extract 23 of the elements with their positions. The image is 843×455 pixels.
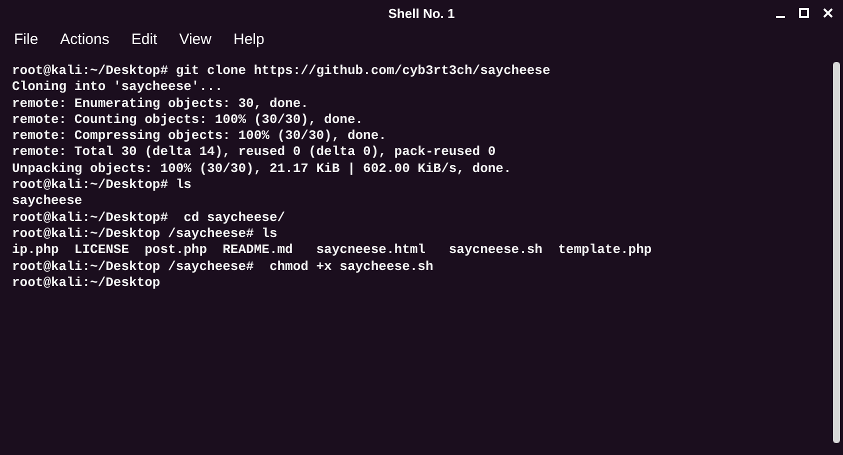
menu-item[interactable]: File — [14, 28, 38, 52]
terminal-line: Unpacking objects: 100% (30/30), 21.17 KiB | 602.00 KiB/s, done. — [12, 160, 512, 178]
terminal-line: remote: Total 30 (delta 14), reused 0 (delta 0), pack-reused 0 — [12, 144, 496, 161]
terminal-line: remote: Compressing objects: 100% (30/30), done. — [12, 128, 386, 144]
terminal-line: saycheese — [12, 193, 82, 210]
scrollbar-thumb[interactable] — [833, 62, 840, 443]
window-title: Shell No. 1 — [388, 5, 455, 24]
terminal-line: root@kali:~/Desktop /saycheese# chmod +x saycheese.sh — [12, 258, 434, 275]
terminal-line: root@kali:~/Desktop — [12, 274, 160, 292]
terminal-line: Cloning into 'saycheese'... — [12, 79, 223, 96]
terminal-line: remote: Counting objects: 100% (30/30), done. — [12, 112, 364, 128]
menu-item[interactable]: Help — [233, 28, 264, 52]
menu-item[interactable]: Edit — [131, 28, 158, 52]
terminal-line: root@kali:~/Desktop# git clone https://github.com/cyb3rt3ch/saycheese — [12, 63, 550, 80]
terminal-line: root@kali:~/Desktop# cd saycheese/ — [12, 210, 286, 226]
menu-item[interactable]: View — [179, 28, 212, 52]
terminal-line: ip.php LICENSE post.php README.md saycneese.html saycneese.sh template.php — [12, 242, 652, 259]
menu-item[interactable]: Actions — [60, 28, 110, 52]
terminal-line: remote: Enumerating objects: 30, done. — [12, 96, 308, 112]
maximize-icon[interactable] — [799, 8, 809, 18]
close-icon[interactable] — [823, 8, 833, 18]
terminal-line: root@kali:~/Desktop /saycheese# ls — [12, 226, 278, 242]
terminal-line: root@kali:~/Desktop# ls — [12, 177, 192, 194]
